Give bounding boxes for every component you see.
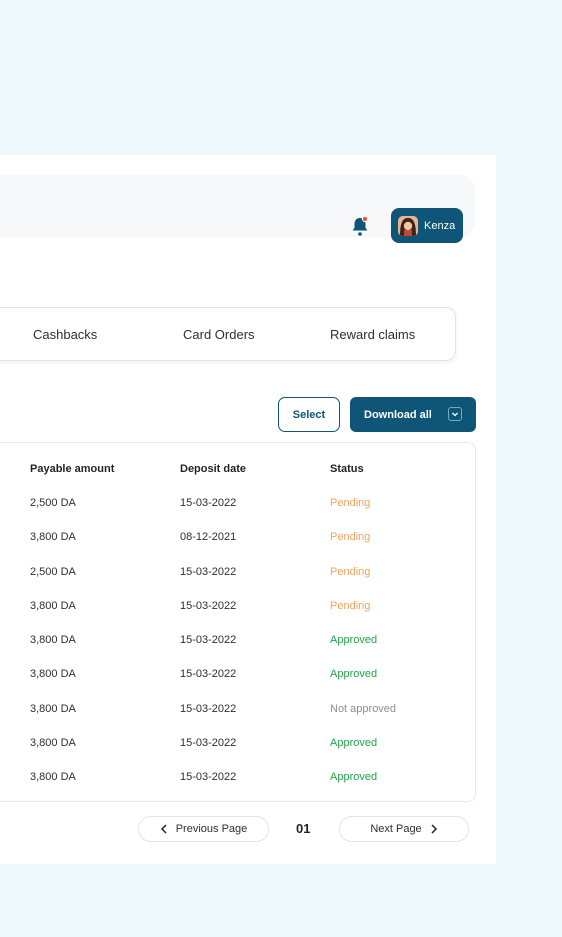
table-row[interactable]: 2,500 DA 15-03-2022 Pending: [0, 566, 475, 586]
status-badge: Approved: [330, 771, 378, 783]
deposit-date-cell: 15-03-2022: [180, 565, 237, 578]
table-row[interactable]: 3,800 DA 15-03-2022 Approved: [0, 771, 475, 791]
top-bar: Kenza: [0, 175, 475, 243]
avatar: [398, 215, 418, 236]
deposit-date-cell: 15-03-2022: [180, 736, 237, 749]
table-row[interactable]: 3,800 DA 15-03-2022 Approved: [0, 634, 475, 654]
status-badge: Approved: [330, 634, 378, 646]
status-badge: Approved: [330, 668, 378, 681]
deposit-date-cell: 15-03-2022: [180, 599, 237, 612]
table-row[interactable]: 3,800 DA 08-12-2021 Pending: [0, 531, 475, 551]
payable-amount-cell: 3,800 DA: [30, 599, 76, 612]
column-header-status: Status: [330, 463, 364, 475]
current-page-number: 01: [296, 821, 311, 836]
main-panel: Kenza Cashbacks Card Orders Reward claim…: [0, 155, 496, 864]
payable-amount-cell: 2,500 DA: [30, 565, 76, 578]
table-row[interactable]: 3,800 DA 15-03-2022 Approved: [0, 737, 475, 757]
table-row[interactable]: 3,800 DA 15-03-2022 Pending: [0, 600, 475, 620]
status-badge: Not approved: [330, 702, 397, 715]
payable-amount-cell: 3,800 DA: [30, 736, 76, 749]
user-menu-button[interactable]: Kenza: [391, 208, 463, 243]
download-all-button[interactable]: Download all: [350, 397, 476, 432]
table-row[interactable]: 3,800 DA 15-03-2022 Approved: [0, 668, 475, 688]
next-page-label: Next Page: [370, 823, 422, 835]
deposit-date-cell: 08-12-2021: [180, 531, 237, 544]
status-badge: Pending: [330, 599, 371, 612]
payable-amount-cell: 3,800 DA: [30, 531, 76, 544]
bell-icon[interactable]: [350, 215, 370, 237]
chevron-left-icon: [160, 824, 167, 834]
status-badge: Pending: [330, 531, 371, 544]
chevron-right-icon: [431, 824, 437, 834]
download-all-label: Download all: [364, 408, 432, 421]
deposits-table: Payable amount Deposit date Status 2,500…: [0, 442, 476, 802]
deposit-date-cell: 15-03-2022: [180, 668, 237, 681]
payable-amount-cell: 3,800 DA: [30, 702, 76, 715]
payable-amount-cell: 3,800 DA: [30, 634, 76, 646]
payable-amount-cell: 3,800 DA: [30, 668, 76, 681]
status-badge: Pending: [330, 565, 371, 578]
chevron-down-icon: [448, 407, 462, 421]
tab-card-orders[interactable]: Card Orders: [183, 308, 255, 362]
next-page-button[interactable]: Next Page: [339, 816, 469, 842]
deposit-date-cell: 15-03-2022: [180, 497, 237, 509]
table-row[interactable]: 3,800 DA 15-03-2022 Not approved: [0, 703, 475, 723]
column-header-payable-amount: Payable amount: [30, 463, 115, 475]
table-row[interactable]: 2,500 DA 15-03-2022 Pending: [0, 497, 475, 517]
user-name: Kenza: [424, 219, 456, 232]
tab-bar: Cashbacks Card Orders Reward claims: [0, 307, 456, 361]
deposit-date-cell: 15-03-2022: [180, 771, 237, 783]
column-header-deposit-date: Deposit date: [180, 463, 247, 475]
previous-page-button[interactable]: Previous Page: [138, 816, 269, 842]
status-badge: Pending: [330, 497, 371, 509]
payable-amount-cell: 2,500 DA: [30, 497, 76, 509]
status-badge: Approved: [330, 736, 378, 749]
deposit-date-cell: 15-03-2022: [180, 702, 237, 715]
deposit-date-cell: 15-03-2022: [180, 634, 237, 646]
tab-reward-claims[interactable]: Reward claims: [330, 308, 415, 362]
payable-amount-cell: 3,800 DA: [30, 771, 76, 783]
previous-page-label: Previous Page: [175, 823, 248, 835]
tab-cashbacks[interactable]: Cashbacks: [33, 308, 97, 362]
select-button[interactable]: Select: [278, 397, 340, 432]
